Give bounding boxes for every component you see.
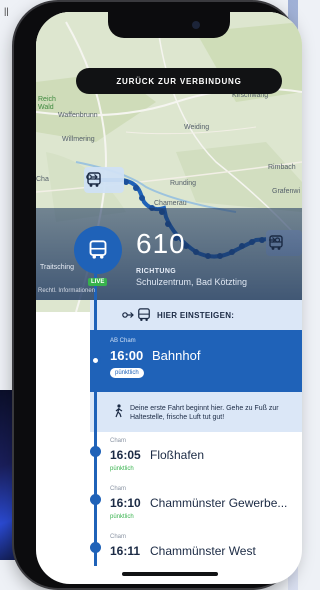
- map-label: Rimbach: [268, 164, 296, 171]
- line-bus-badge: [74, 226, 122, 274]
- direction-destination: Schulzentrum, Bad Kötzting: [136, 277, 248, 287]
- status-badge: pünktlich: [110, 514, 134, 520]
- stop-dot: [90, 542, 101, 553]
- bus-icon: [138, 308, 150, 322]
- bus-icon: [87, 172, 101, 187]
- timeline-line: [94, 274, 97, 566]
- stop-meta: Cham: [110, 438, 127, 444]
- map-label: Grafenwi: [272, 188, 301, 195]
- stop-name: Bahnhof: [152, 348, 201, 363]
- map-label: Runding: [170, 180, 197, 187]
- status-badge: pünktlich: [110, 466, 134, 472]
- map-label: Weiding: [184, 124, 210, 131]
- phone-frame: Kirschwang Reich Wald Waffenbrunn Willme…: [14, 2, 302, 588]
- bus-icon: [89, 240, 107, 259]
- stop-time: 16:11: [110, 544, 141, 558]
- line-number: 610: [136, 228, 186, 259]
- stop-time: 16:10: [110, 496, 141, 510]
- stop-item[interactable]: Cham 16:11 Chammünster West: [90, 534, 302, 584]
- stop-meta: Cham: [110, 486, 127, 492]
- live-badge: LIVE: [88, 278, 108, 286]
- stop-time: 16:00: [110, 348, 144, 363]
- stop-meta: Cham: [110, 534, 127, 540]
- stop-item[interactable]: Cham 16:10 Chammünster Gewerbe... pünktl…: [90, 486, 302, 536]
- stop-item[interactable]: Cham 16:05 Floßhafen pünktlich: [90, 438, 302, 488]
- boarding-header: HIER EINSTEIGEN:: [90, 300, 302, 330]
- map-label: Traitsching: [40, 264, 74, 271]
- boarding-label: HIER EINSTEIGEN:: [157, 310, 235, 320]
- stop-time: 16:05: [110, 448, 141, 462]
- walk-icon: [115, 404, 123, 418]
- stop-item-active[interactable]: AB Cham 16:00 Bahnhof pünktlich: [90, 330, 302, 392]
- phone-notch: [108, 12, 230, 38]
- walk-note-text: Deine erste Fahrt beginnt hier. Gehe zu …: [130, 405, 279, 421]
- map-label: Willmering: [62, 136, 95, 143]
- stop-dot: [90, 355, 101, 366]
- direction-label: RICHTUNG: [136, 268, 177, 275]
- stop-name: Chammünster Gewerbe...: [150, 496, 288, 510]
- back-to-connection-button[interactable]: ZURÜCK ZUR VERBINDUNG: [76, 68, 282, 94]
- status-badge: pünktlich: [110, 368, 144, 378]
- map-label: Wald: [38, 104, 54, 111]
- arrow-enter-icon: [122, 312, 134, 318]
- map-label: Reich: [38, 96, 56, 103]
- map-label: Waffenbrunn: [58, 112, 98, 119]
- stop-meta: AB Cham: [110, 338, 136, 344]
- boarding-icons: [122, 308, 151, 322]
- map-label: Chamerau: [154, 200, 187, 207]
- phone-screen: Kirschwang Reich Wald Waffenbrunn Willme…: [36, 12, 302, 584]
- camera-icon: [192, 21, 200, 29]
- home-indicator[interactable]: [122, 572, 218, 576]
- walk-note: Deine erste Fahrt beginnt hier. Gehe zu …: [90, 392, 302, 432]
- bus-icon: [269, 235, 283, 250]
- legal-info-link[interactable]: Rechtl. Informationen: [38, 288, 95, 294]
- background-mark: ||: [4, 6, 9, 16]
- stop-dot: [90, 446, 101, 457]
- stop-dot: [90, 494, 101, 505]
- map-label: Cha: [36, 176, 49, 183]
- stop-name: Chammünster West: [150, 544, 256, 558]
- stop-name: Floßhafen: [150, 448, 205, 462]
